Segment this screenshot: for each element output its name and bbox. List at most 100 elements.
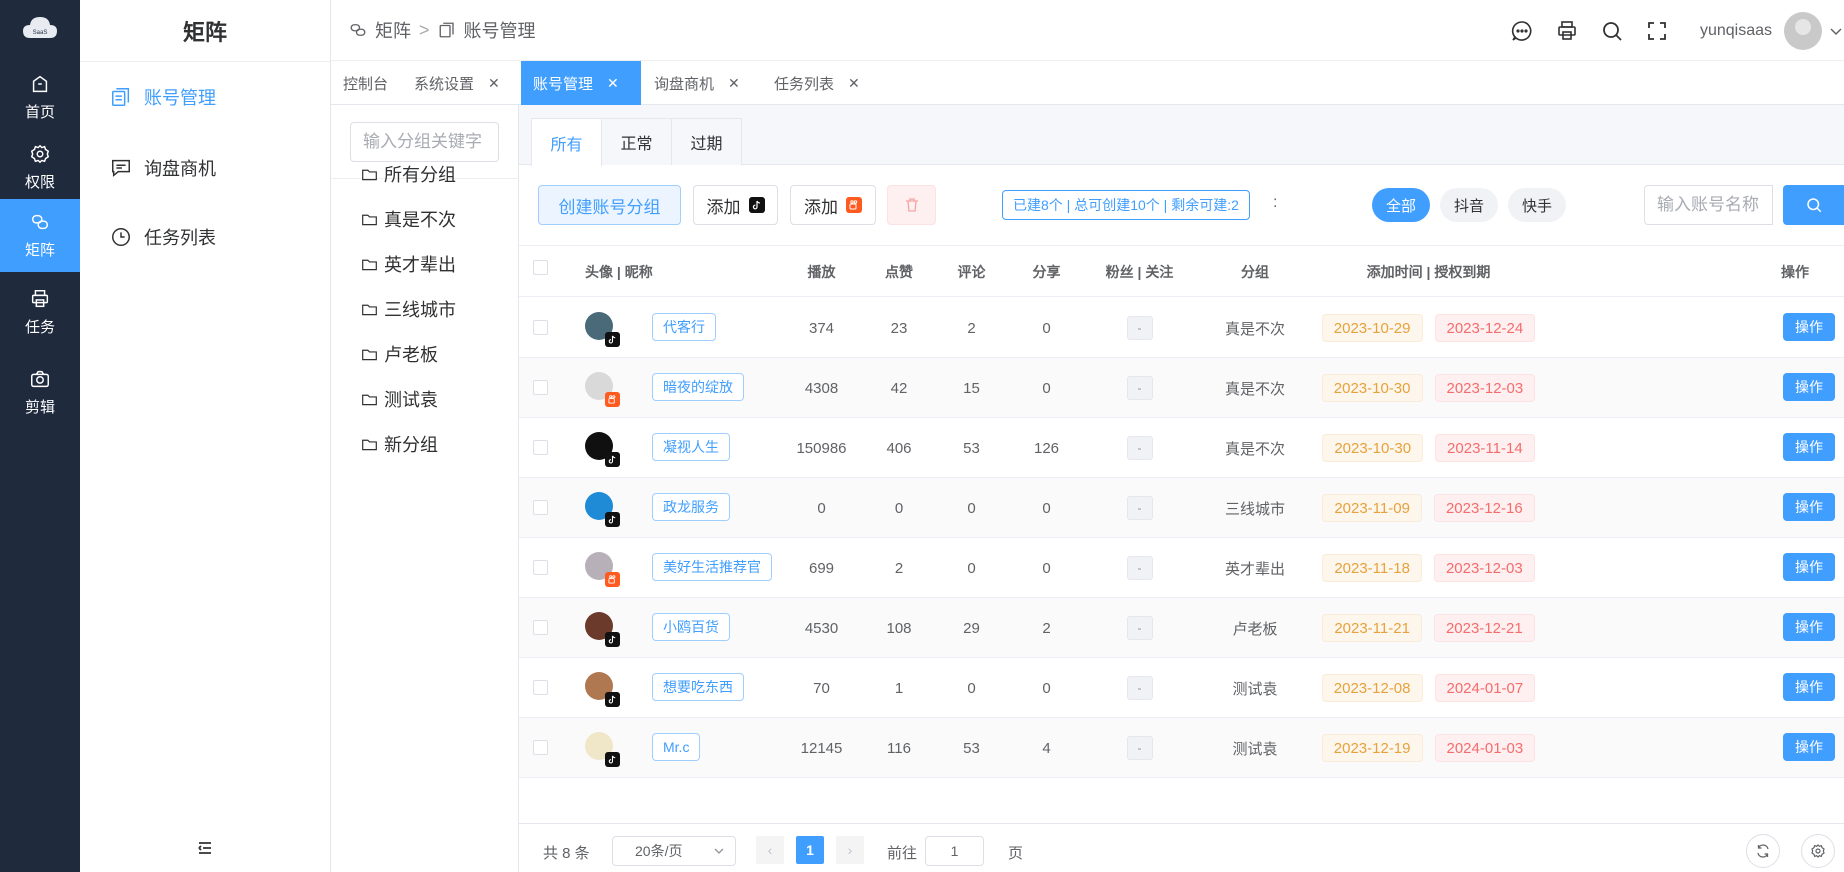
row-checkbox[interactable] [533, 320, 548, 335]
filter-all[interactable]: 全部 [1372, 188, 1430, 222]
row-checkbox[interactable] [533, 740, 548, 755]
tab-task-list[interactable]: 任务列表 ✕ [774, 61, 860, 105]
status-tab-all[interactable]: 所有 [531, 118, 602, 166]
operate-button[interactable]: 操作 [1783, 553, 1835, 581]
breadcrumb-root[interactable]: 矩阵 [375, 17, 411, 43]
submenu-item-accounts[interactable]: 账号管理 [110, 84, 216, 110]
group-item[interactable]: 卢老板 [361, 341, 438, 367]
search-button[interactable] [1783, 185, 1844, 225]
nickname-tag[interactable]: 代客行 [652, 313, 716, 341]
row-checkbox[interactable] [533, 680, 548, 695]
tab-dashboard[interactable]: 控制台 [343, 61, 388, 105]
operate-button[interactable]: 操作 [1783, 313, 1835, 341]
status-tab-expired[interactable]: 过期 [671, 118, 742, 165]
tab-label: 任务列表 [774, 75, 835, 93]
prev-page-button[interactable]: ‹ [756, 836, 784, 864]
fans-value: - [1126, 436, 1153, 460]
submenu-item-inquiries[interactable]: 询盘商机 [110, 155, 216, 181]
operate-button[interactable]: 操作 [1783, 733, 1835, 761]
page-size-select[interactable]: 20条/页 [612, 836, 736, 866]
group-item[interactable]: 真是不次 [361, 206, 456, 232]
nickname-tag[interactable]: 小鸥百货 [652, 613, 730, 641]
settings-button[interactable] [1801, 834, 1835, 868]
group-item[interactable]: 三线城市 [361, 296, 456, 322]
clock-icon [112, 228, 130, 246]
row-checkbox[interactable] [533, 560, 548, 575]
account-search-input[interactable] [1644, 185, 1773, 225]
printer-icon[interactable] [1555, 19, 1579, 43]
rail-item-permissions[interactable]: 权限 [0, 127, 80, 207]
goto-page-input[interactable] [925, 836, 984, 866]
nickname-tag[interactable]: 政龙服务 [652, 493, 730, 521]
status-tab-normal[interactable]: 正常 [601, 118, 672, 165]
close-icon[interactable]: ✕ [848, 75, 860, 92]
dates-cell: 2023-10-30 2023-12-03 [1310, 358, 1547, 418]
group-item[interactable]: 新分组 [361, 431, 438, 457]
trash-icon [905, 198, 918, 212]
nickname-tag[interactable]: 暗夜的绽放 [652, 373, 744, 401]
row-checkbox[interactable] [533, 500, 548, 515]
plays-value: 70 [813, 679, 830, 697]
tab-label: 账号管理 [533, 75, 594, 93]
create-group-button[interactable]: 创建账号分组 [538, 185, 681, 225]
nickname-tag[interactable]: 美好生活推荐官 [652, 553, 772, 581]
folder-icon [362, 439, 377, 450]
col-group: 分组 [1241, 264, 1269, 280]
dates-cell: 2023-12-19 2024-01-03 [1310, 718, 1547, 778]
rail-item-edit[interactable]: 剪辑 [0, 352, 80, 432]
close-icon[interactable]: ✕ [488, 75, 500, 92]
chevron-down-icon[interactable] [1828, 23, 1844, 39]
delete-button[interactable] [887, 185, 936, 225]
message-icon[interactable] [1510, 19, 1534, 43]
group-search-input[interactable] [350, 122, 499, 162]
add-douyin-button[interactable]: 添加 [693, 185, 778, 225]
folder-icon [362, 169, 377, 180]
filter-kuaishou[interactable]: 快手 [1508, 188, 1566, 222]
add-label: 添加 [804, 197, 838, 217]
refresh-button[interactable] [1746, 834, 1780, 868]
group-value: 真是不次 [1224, 380, 1285, 398]
nickname-tag[interactable]: 想要吃东西 [652, 673, 744, 701]
close-icon[interactable]: ✕ [607, 75, 619, 92]
operate-button[interactable]: 操作 [1783, 373, 1835, 401]
page-suffix: 页 [1008, 845, 1024, 862]
group-item[interactable]: 英才辈出 [361, 251, 456, 277]
chevron-down-icon [714, 848, 724, 854]
row-checkbox[interactable] [533, 440, 548, 455]
avatar[interactable] [1784, 11, 1822, 50]
nickname-tag[interactable]: Mr.c [652, 733, 701, 761]
rail-item-home[interactable]: 首页 [0, 57, 80, 137]
douyin-icon [748, 197, 765, 213]
tab-inquiries[interactable]: 询盘商机 ✕ [654, 61, 740, 105]
next-page-button[interactable]: › [836, 836, 864, 864]
shares-value: 0 [1042, 559, 1051, 577]
operate-button[interactable]: 操作 [1783, 673, 1835, 701]
page-number[interactable]: 1 [796, 836, 824, 864]
collapse-menu-icon[interactable] [195, 838, 215, 858]
close-icon[interactable]: ✕ [728, 75, 740, 92]
filter-douyin[interactable]: 抖音 [1440, 188, 1498, 222]
goto-label: 前往 [887, 845, 918, 862]
row-checkbox[interactable] [533, 620, 548, 635]
fullscreen-icon[interactable] [1645, 19, 1669, 43]
expire-date: 2024-01-07 [1434, 674, 1536, 702]
add-kuaishou-button[interactable]: 添加 [790, 185, 876, 225]
operate-button[interactable]: 操作 [1783, 613, 1835, 641]
username[interactable]: yunqisaas [1700, 22, 1772, 40]
group-item[interactable]: 所有分组 [361, 161, 456, 187]
rail-item-tasks[interactable]: 任务 [0, 272, 80, 352]
tab-system-settings[interactable]: 系统设置 ✕ [414, 61, 500, 105]
select-all-checkbox[interactable] [533, 260, 548, 275]
group-item[interactable]: 测试袁 [361, 386, 438, 412]
camera-icon [31, 370, 49, 387]
operate-button[interactable]: 操作 [1783, 493, 1835, 521]
submenu-item-task-list[interactable]: 任务列表 [110, 224, 216, 250]
search-icon[interactable] [1600, 19, 1624, 43]
rail-item-matrix[interactable]: 矩阵 [0, 199, 80, 272]
fans-value: - [1126, 496, 1153, 520]
tab-account-management[interactable]: 账号管理 ✕ [521, 61, 641, 105]
operate-button[interactable]: 操作 [1783, 433, 1835, 461]
row-checkbox[interactable] [533, 380, 548, 395]
col-avatar-nick: 头像 | 昵称 [585, 264, 653, 280]
nickname-tag[interactable]: 凝视人生 [652, 433, 730, 461]
